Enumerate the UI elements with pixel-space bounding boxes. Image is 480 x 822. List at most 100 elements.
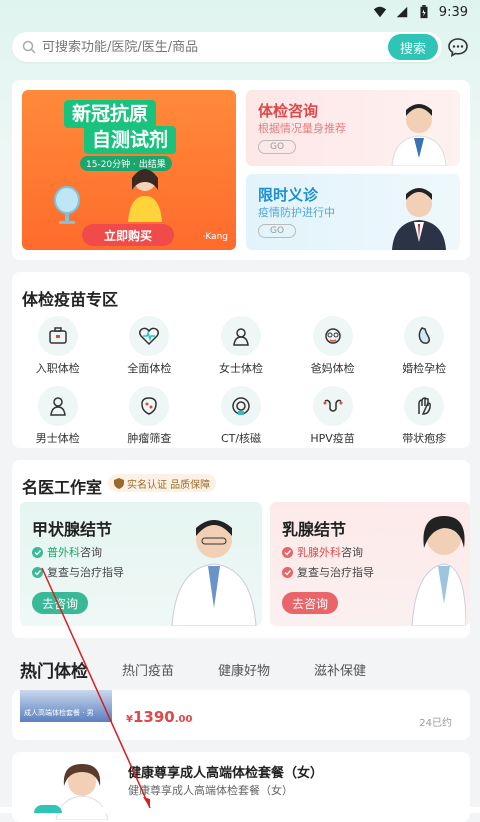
- checkup-vaccine-section: 体检疫苗专区 入职体检 全面体检 女士体检 爸妈体检 婚检孕检 男士体检 肿瘤筛…: [12, 272, 470, 448]
- consult-subtitle: 根据情况量身推荐: [258, 122, 346, 135]
- category-label: CT/核磁: [220, 432, 262, 445]
- price-symbol: ¥: [126, 714, 133, 725]
- consult-button[interactable]: 去咨询: [32, 592, 88, 614]
- wifi-icon: [373, 6, 386, 18]
- message-icon[interactable]: [442, 32, 468, 62]
- rash-icon: [404, 386, 445, 426]
- tab-hot-checkup[interactable]: 热门体检: [20, 657, 88, 682]
- product-subtitle: 健康尊享成人高端体检套餐（女）: [128, 784, 293, 797]
- tab-hot-vaccine[interactable]: 热门疫苗: [122, 660, 174, 679]
- status-time: 9:39: [438, 4, 468, 20]
- consult-title: 体检咨询: [258, 102, 319, 120]
- tab-nourishing[interactable]: 滋补保健: [314, 660, 366, 679]
- card-line-followup: 复查与治疗指导: [282, 564, 374, 580]
- price-dec: .00: [174, 714, 193, 725]
- dept-suffix: 咨询: [80, 546, 102, 559]
- thyroid-card[interactable]: 甲状腺结节 普外科咨询 复查与治疗指导 去咨询: [20, 502, 262, 626]
- category-item[interactable]: 入职体检: [12, 316, 104, 376]
- category-item[interactable]: CT/核磁: [195, 386, 287, 446]
- doctor-photo: [392, 188, 446, 250]
- tab-health-goods[interactable]: 健康好物: [218, 660, 270, 679]
- category-label: 女士体检: [218, 362, 263, 375]
- price-int: 1390: [132, 708, 175, 726]
- clinic-go-button[interactable]: GO: [258, 224, 296, 238]
- search-input[interactable]: [42, 39, 388, 55]
- briefcase-icon: [37, 316, 78, 356]
- badge-text: 实名认证 品质保障: [127, 479, 211, 491]
- category-item[interactable]: 女士体检: [195, 316, 287, 376]
- search-row: 搜索: [12, 32, 468, 62]
- section-title: 名医工作室: [22, 478, 103, 497]
- doctor-photo: [411, 516, 466, 626]
- banner-brand: ·Kang: [202, 232, 228, 242]
- bottom-nav: [0, 807, 480, 813]
- signal-icon: [396, 6, 408, 18]
- line2-text: 复查与治疗指导: [297, 566, 374, 579]
- breast-nodule-card[interactable]: 乳腺结节 乳腺外科咨询 复查与治疗指导 去咨询: [270, 502, 470, 626]
- category-item[interactable]: 肿瘤筛查: [104, 386, 196, 446]
- check-icon: [282, 546, 293, 558]
- category-item[interactable]: 婚检孕检: [378, 316, 470, 376]
- antigen-banner[interactable]: 新冠抗原 自测试剂 15-20分钟 · 出结果 立即购买 ·Kang: [22, 90, 236, 250]
- dept-suffix: 咨询: [341, 546, 363, 559]
- doctor-studio-section: 名医工作室 实名认证 品质保障 甲状腺结节 普外科咨询 复查与治疗指导 去咨询 …: [12, 460, 470, 638]
- shield-icon: [114, 477, 124, 489]
- consult-go-button[interactable]: GO: [258, 140, 296, 154]
- card-title: 甲状腺结节: [32, 520, 113, 539]
- product-image-caption: 成人高端体检套餐 · 男: [24, 709, 94, 717]
- category-item[interactable]: 带状疱疹: [378, 386, 470, 446]
- category-label: 全面体检: [127, 362, 172, 375]
- check-icon: [32, 566, 43, 578]
- woman-icon: [220, 316, 261, 356]
- uterus-icon: [312, 386, 353, 426]
- banner-title-line1: 新冠抗原: [64, 100, 157, 128]
- dept-name: 乳腺外科: [297, 546, 341, 559]
- mirror-illustration: [54, 186, 80, 224]
- category-label: 入职体检: [35, 362, 80, 375]
- status-bar: 9:39: [0, 0, 480, 24]
- category-label: 爸妈体检: [310, 362, 355, 375]
- banner-title-line2: 自测试剂: [84, 126, 177, 154]
- category-grid: 入职体检 全面体检 女士体检 爸妈体检 婚检孕检 男士体检 肿瘤筛查 CT/核磁…: [12, 316, 470, 446]
- product-price: ¥1390.00: [126, 708, 192, 726]
- banner-section: 新冠抗原 自测试剂 15-20分钟 · 出结果 立即购买 ·Kang 体检咨询 …: [12, 80, 470, 260]
- product-booked-count: 24已约: [419, 718, 452, 729]
- doctor-photo: [171, 520, 257, 626]
- product-item[interactable]: 成人高端体检套餐 · 男 ¥1390.00 24已约: [12, 690, 470, 740]
- tumor-icon: [129, 386, 170, 426]
- category-item[interactable]: 男士体检: [12, 386, 104, 446]
- consult-banner[interactable]: 体检咨询 根据情况量身推荐 GO: [246, 90, 460, 166]
- search-button[interactable]: 搜索: [388, 34, 438, 60]
- category-item[interactable]: 爸妈体检: [287, 316, 379, 376]
- search-bar[interactable]: 搜索: [12, 32, 442, 62]
- home-tab-indicator[interactable]: [34, 805, 62, 813]
- search-icon: [22, 40, 36, 54]
- category-label: 肿瘤筛查: [127, 432, 172, 445]
- pregnancy-icon: [404, 316, 445, 356]
- verified-badge: 实名认证 品质保障: [108, 474, 217, 492]
- category-label: 带状疱疹: [402, 432, 447, 445]
- buy-now-button[interactable]: 立即购买: [82, 224, 174, 246]
- card-line-dept: 乳腺外科咨询: [282, 544, 363, 560]
- heart-pulse-icon: [129, 316, 170, 356]
- product-tabs: 热门体检 热门疫苗 健康好物 滋补保健: [20, 652, 460, 686]
- product-image: 成人高端体检套餐 · 男: [20, 690, 112, 722]
- ct-scan-icon: [220, 386, 261, 426]
- category-label: 男士体检: [35, 432, 80, 445]
- doctor-photo: [391, 104, 447, 166]
- card-line-dept: 普外科咨询: [32, 544, 102, 560]
- category-label: HPV疫苗: [310, 432, 355, 445]
- category-item[interactable]: 全面体检: [104, 316, 196, 376]
- clinic-subtitle: 疫情防护进行中: [258, 206, 335, 219]
- line2-text: 复查与治疗指导: [47, 566, 124, 579]
- battery-icon: [420, 5, 428, 19]
- category-label: 婚检孕检: [402, 362, 447, 375]
- woman-illustration: [128, 169, 162, 222]
- free-clinic-banner[interactable]: 限时义诊 疫情防护进行中 GO: [246, 174, 460, 250]
- check-icon: [282, 566, 293, 578]
- consult-button[interactable]: 去咨询: [282, 592, 338, 614]
- card-line-followup: 复查与治疗指导: [32, 564, 124, 580]
- clinic-title: 限时义诊: [258, 186, 319, 204]
- category-item[interactable]: HPV疫苗: [287, 386, 379, 446]
- dept-name: 普外科: [47, 546, 80, 559]
